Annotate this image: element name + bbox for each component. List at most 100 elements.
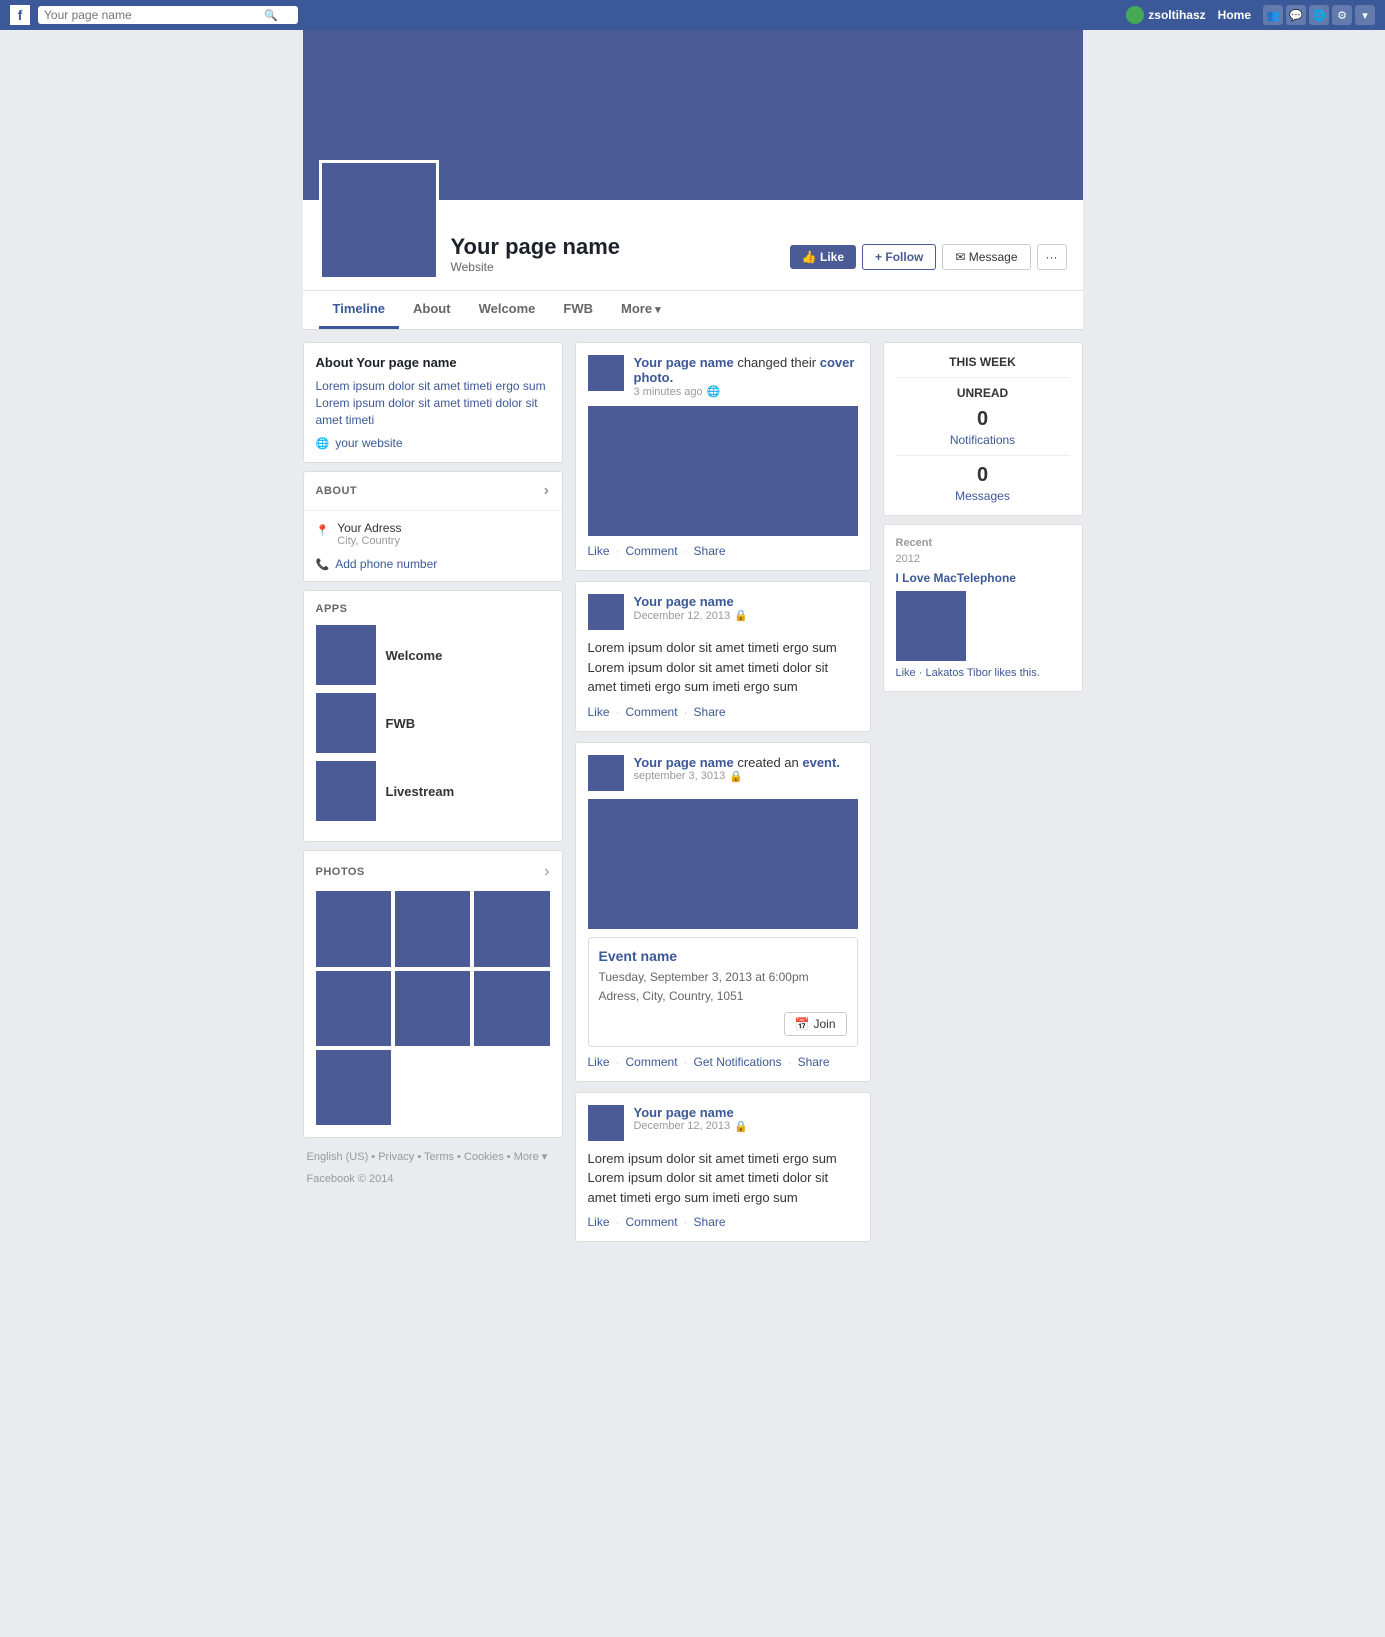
photos-header: PHOTOS [316, 863, 550, 881]
post-1-author[interactable]: Your page name [634, 355, 734, 370]
post-3-avatar [588, 755, 624, 791]
recent-year: 2012 [896, 553, 1070, 565]
messages-link[interactable]: Messages [896, 489, 1070, 503]
post-1-like[interactable]: Like [588, 544, 610, 558]
post-4-actions: Like · Comment · Share [588, 1215, 858, 1229]
footer-terms[interactable]: Terms [424, 1151, 454, 1163]
nav-right: zsoltihasz Home 👥 💬 🌐 ⚙ ▾ [1126, 5, 1375, 25]
page-wrap: Your page name Website 👍 Like + Follow ✉… [0, 30, 1385, 1637]
footer-copyright: Facebook © 2014 [307, 1173, 394, 1185]
post-2-like[interactable]: Like [588, 705, 610, 719]
city-country-text: City, Country [337, 535, 401, 547]
app-livestream[interactable]: Livestream [316, 761, 550, 821]
friends-icon[interactable]: 👥 [1263, 5, 1283, 25]
post-2-avatar [588, 594, 624, 630]
event-date: Tuesday, September 3, 2013 at 6:00pm [599, 968, 847, 987]
footer-english[interactable]: English (US) [307, 1151, 369, 1163]
messages-icon[interactable]: 💬 [1286, 5, 1306, 25]
photo-6[interactable] [474, 971, 549, 1046]
website-link[interactable]: your website [316, 436, 550, 450]
photo-3[interactable] [474, 891, 549, 966]
notifications-link[interactable]: Notifications [896, 433, 1070, 447]
tab-welcome[interactable]: Welcome [465, 291, 550, 329]
follow-button[interactable]: + Follow [862, 244, 936, 270]
post-2-text: Lorem ipsum dolor sit amet timeti ergo s… [588, 638, 858, 697]
post-3-action: created an [737, 755, 802, 770]
globe-icon [316, 436, 330, 450]
nav-icons-group: 👥 💬 🌐 ⚙ ▾ [1263, 5, 1375, 25]
about-card-title: About Your page name [316, 355, 550, 370]
post-2-comment[interactable]: Comment [626, 705, 678, 719]
post-3-like[interactable]: Like [588, 1055, 610, 1069]
post-4-like[interactable]: Like [588, 1215, 610, 1229]
post-2-share[interactable]: Share [694, 705, 726, 719]
photo-1[interactable] [316, 891, 391, 966]
post-1-header: Your page name changed their cover photo… [588, 355, 858, 398]
photos-chevron-icon[interactable] [544, 863, 549, 881]
post-3-comment[interactable]: Comment [626, 1055, 678, 1069]
post-3-get-notif[interactable]: Get Notifications [694, 1055, 782, 1069]
post-1-comment[interactable]: Comment [626, 544, 678, 558]
chevron-down-icon[interactable]: ▾ [1355, 5, 1375, 25]
facebook-logo: f [10, 5, 30, 25]
footer-privacy[interactable]: Privacy [378, 1151, 414, 1163]
post-2-author[interactable]: Your page name [634, 594, 734, 609]
post-2-meta: Your page name December 12, 2013 🔒 [634, 594, 858, 622]
recent-page-name[interactable]: I Love MacTelephone [896, 571, 1070, 585]
footer-links: English (US) • Privacy • Terms • Cookies… [303, 1146, 563, 1190]
post-3-author[interactable]: Your page name [634, 755, 734, 770]
post-3-share[interactable]: Share [798, 1055, 830, 1069]
add-phone-link[interactable]: Add phone number [316, 557, 550, 571]
settings-icon[interactable]: ⚙ [1332, 5, 1352, 25]
app-welcome[interactable]: Welcome [316, 625, 550, 685]
app-fwb[interactable]: FWB [316, 693, 550, 753]
join-button[interactable]: 📅 Join [784, 1012, 847, 1036]
post-1-author-line: Your page name changed their cover photo… [634, 355, 858, 385]
post-4-author[interactable]: Your page name [634, 1105, 734, 1120]
recent-page-thumb[interactable] [896, 591, 966, 661]
apps-label: APPS [316, 603, 550, 615]
post-4-share[interactable]: Share [694, 1215, 726, 1229]
nav-home-link[interactable]: Home [1212, 8, 1257, 22]
footer-more[interactable]: More [514, 1151, 539, 1163]
photo-4[interactable] [316, 971, 391, 1046]
about-header[interactable]: ABOUT [304, 472, 562, 511]
event-name[interactable]: Event name [599, 948, 847, 964]
location-icon [316, 522, 330, 537]
page-name: Your page name [451, 234, 778, 260]
message-button[interactable]: ✉ Message [942, 244, 1030, 270]
unread-label: UNREAD [896, 386, 1070, 400]
photos-label: PHOTOS [316, 866, 365, 878]
messages-count: 0 [896, 464, 1070, 487]
chevron-down-icon [655, 301, 661, 316]
photos-grid [316, 891, 550, 1125]
footer-cookies[interactable]: Cookies [464, 1151, 504, 1163]
notifications-widget: THIS WEEK UNREAD 0 Notifications 0 Messa… [883, 342, 1083, 516]
post-1-share[interactable]: Share [694, 544, 726, 558]
about-body: Your Adress City, Country Add phone numb… [304, 511, 562, 581]
globe-nav-icon[interactable]: 🌐 [1309, 5, 1329, 25]
more-button[interactable]: ··· [1037, 244, 1067, 270]
feed: Your page name changed their cover photo… [575, 342, 871, 1242]
tab-timeline[interactable]: Timeline [319, 291, 400, 329]
post-4-comment[interactable]: Comment [626, 1215, 678, 1229]
search-bar[interactable]: 🔍 [38, 6, 298, 24]
app-livestream-name: Livestream [386, 784, 455, 799]
about-description: Lorem ipsum dolor sit amet timeti ergo s… [316, 378, 550, 428]
app-welcome-name: Welcome [386, 648, 443, 663]
lock-icon: 🌐 [707, 385, 721, 398]
nav-user[interactable]: zsoltihasz [1126, 6, 1205, 24]
like-button[interactable]: 👍 Like [790, 245, 856, 269]
search-input[interactable] [44, 8, 264, 22]
photo-5[interactable] [395, 971, 470, 1046]
tab-about[interactable]: About [399, 291, 465, 329]
post-3-event-link[interactable]: event. [802, 755, 840, 770]
tab-fwb[interactable]: FWB [549, 291, 607, 329]
post-2-actions: Like · Comment · Share [588, 705, 858, 719]
post-4-header: Your page name December 12, 2013 🔒 [588, 1105, 858, 1141]
photo-7[interactable] [316, 1050, 391, 1125]
post-3-event-image [588, 799, 858, 929]
photo-2[interactable] [395, 891, 470, 966]
tab-more[interactable]: More [607, 291, 675, 329]
page-website: Website [451, 260, 778, 274]
